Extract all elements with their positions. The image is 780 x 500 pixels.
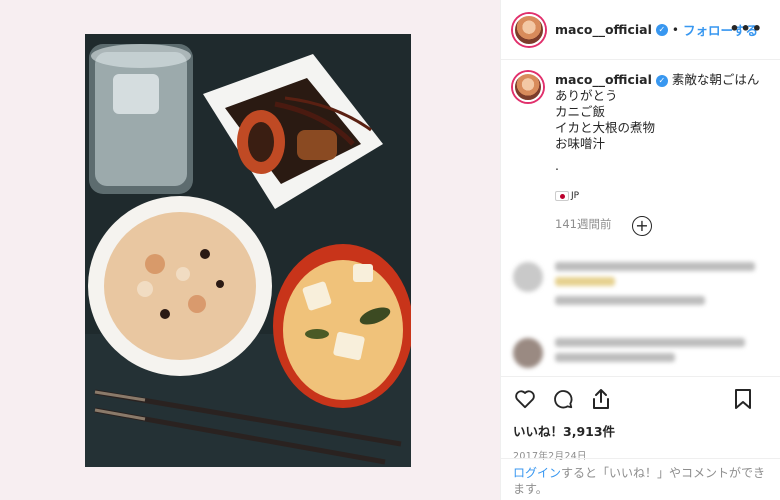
caption-dot: . xyxy=(555,158,559,173)
miso-soup-bowl xyxy=(273,244,411,408)
more-options-icon[interactable]: ••• xyxy=(729,19,763,38)
login-link[interactable]: ログイン xyxy=(513,466,561,480)
post-header: maco__official ✓ • フォローする ••• xyxy=(501,0,780,60)
breakfast-photo xyxy=(85,34,411,467)
blurred-comment xyxy=(513,338,745,368)
caption-area: maco__official ✓ 素敵な朝ごはんありがとう カニご飯 イカと大根の… xyxy=(501,72,780,232)
username-link[interactable]: maco__official xyxy=(555,22,652,37)
blurred-comment xyxy=(513,262,755,311)
caption-line: カニご飯 xyxy=(555,104,606,119)
action-bar: いいね！3,913件 2017年2月24日 xyxy=(501,376,780,462)
japan-flag-icon xyxy=(555,191,569,201)
flag-line: JP xyxy=(555,188,770,204)
water-glass xyxy=(89,44,193,194)
caption: maco__official ✓ 素敵な朝ごはんありがとう カニご飯 イカと大根の… xyxy=(513,72,780,232)
plus-circle-icon[interactable]: + xyxy=(632,216,652,236)
blurred-text xyxy=(555,262,755,311)
avatar[interactable] xyxy=(513,13,545,46)
heart-icon[interactable] xyxy=(513,387,537,411)
caption-avatar[interactable] xyxy=(513,72,543,102)
post-sidebar: maco__official ✓ • フォローする ••• maco__offi… xyxy=(500,0,780,500)
photo-panel xyxy=(0,0,500,500)
flag-label: JP xyxy=(571,191,580,201)
caption-line: イカと大根の煮物 xyxy=(555,120,656,135)
verified-badge-icon: ✓ xyxy=(655,74,668,87)
rice-bowl xyxy=(88,196,272,376)
share-icon[interactable] xyxy=(589,387,613,411)
comment-icon[interactable] xyxy=(551,387,575,411)
login-prompt: ログインすると「いいね！」やコメントができます。 xyxy=(501,458,780,497)
separator: • xyxy=(671,22,679,37)
time-ago: 141週間前 xyxy=(555,217,612,231)
blurred-avatar xyxy=(513,338,543,368)
bookmark-icon[interactable] xyxy=(731,387,755,411)
blurred-text xyxy=(555,338,745,368)
like-count[interactable]: いいね！3,913件 xyxy=(513,421,769,440)
caption-username[interactable]: maco__official xyxy=(555,72,652,87)
caption-text: maco__official ✓ 素敵な朝ごはんありがとう カニご飯 イカと大根の… xyxy=(555,72,770,232)
post-photo[interactable] xyxy=(85,34,411,467)
blurred-avatar xyxy=(513,262,543,292)
caption-line: お味噌汁 xyxy=(555,136,606,151)
verified-badge-icon: ✓ xyxy=(655,23,668,36)
